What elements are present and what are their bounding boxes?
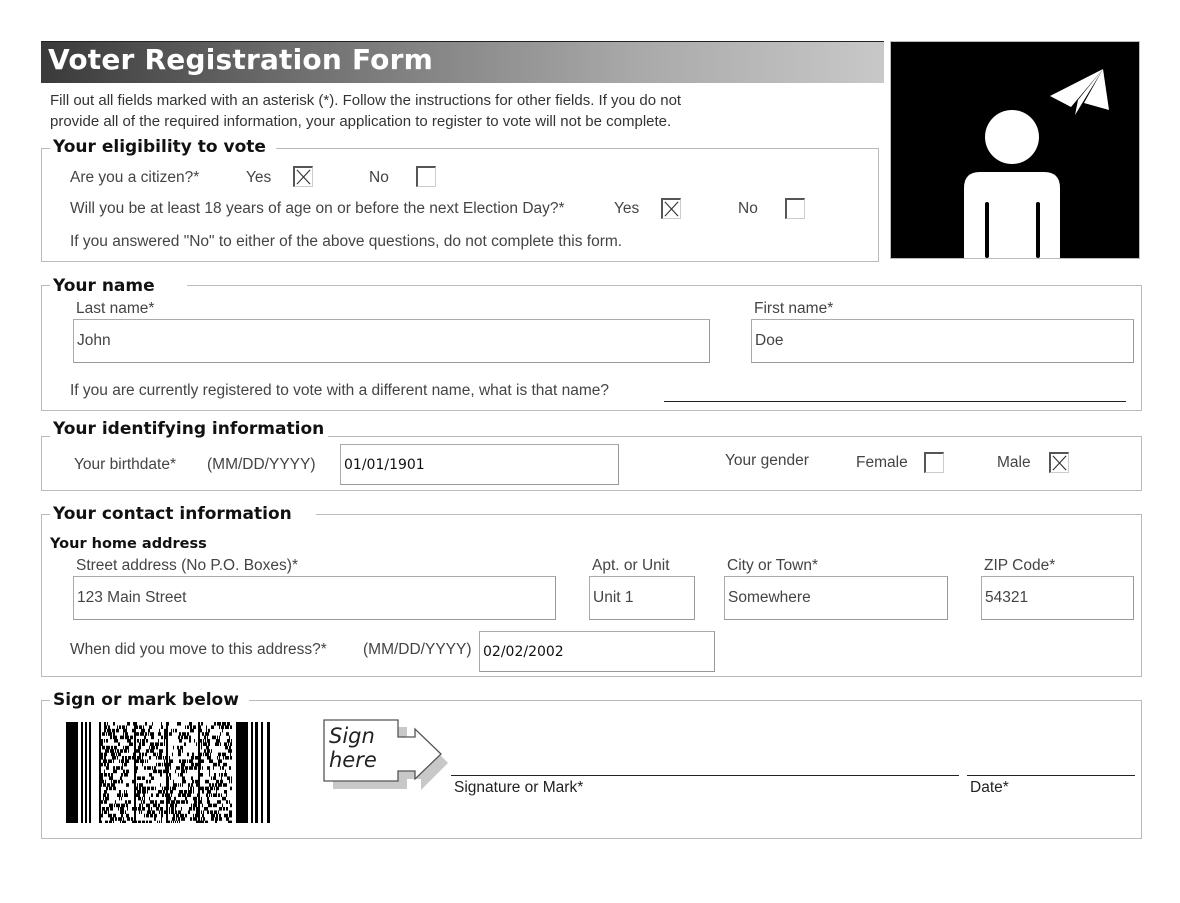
form-title: Voter Registration Form [48,43,433,76]
intro-line-1: Fill out all fields marked with an aster… [50,92,682,109]
street-label: Street address (No P.O. Boxes)* [76,557,298,574]
age-question: Will you be at least 18 years of age on … [70,200,565,217]
female-checkbox[interactable] [924,452,944,473]
previous-name-question: If you are currently registered to vote … [70,382,610,399]
age-no-label: No [738,200,758,217]
sign-here-line-1: Sign [329,724,375,748]
sign-here-line-2: here [329,748,377,772]
female-label: Female [856,454,908,471]
first-name-input[interactable]: Doe [751,319,1134,363]
citizen-no-label: No [369,169,389,186]
move-date-input[interactable]: 02/02/2002 [479,631,715,672]
gender-label: Your gender [725,452,809,469]
move-date-label: When did you move to this address?* [70,641,327,658]
citizen-yes-label: Yes [246,169,272,186]
male-label: Male [997,454,1031,471]
home-address-heading: Your home address [50,536,207,552]
male-checkbox[interactable] [1049,452,1069,473]
sign-here-callout: Sign here [321,717,451,793]
pdf417-barcode [66,722,270,823]
birthdate-format-hint: (MM/DD/YYYY) [207,456,316,473]
apt-input[interactable]: Unit 1 [589,576,695,620]
age-no-checkbox[interactable] [785,198,805,219]
age-yes-checkbox[interactable] [661,198,681,219]
zip-label: ZIP Code* [984,557,1056,574]
birthdate-label: Your birthdate* [74,456,176,473]
first-name-label: First name* [754,300,834,317]
contact-legend: Your contact information [50,504,316,524]
city-input[interactable]: Somewhere [724,576,948,620]
date-label: Date* [970,779,1009,796]
last-name-label: Last name* [76,300,155,317]
intro-text: Fill out all fields marked with an aster… [50,90,810,132]
x-mark-icon [664,201,679,217]
citizen-question: Are you a citizen?* [70,169,200,186]
name-legend: Your name [50,276,187,296]
street-input[interactable]: 123 Main Street [73,576,556,620]
date-line[interactable] [967,775,1135,776]
x-mark-icon [1052,455,1067,471]
last-name-input[interactable]: John [73,319,710,363]
signature-legend: Sign or mark below [50,690,249,710]
city-label: City or Town* [727,557,819,574]
x-mark-icon [296,169,311,185]
signature-line[interactable] [451,775,959,776]
person-with-paper-plane-icon [964,69,1109,258]
intro-line-2: provide all of the required information,… [50,113,672,130]
eligibility-note: If you answered "No" to either of the ab… [70,233,623,250]
apt-label: Apt. or Unit [592,557,670,574]
citizen-yes-checkbox[interactable] [293,166,313,187]
zip-input[interactable]: 54321 [981,576,1134,620]
citizen-no-checkbox[interactable] [416,166,436,187]
signature-label: Signature or Mark* [454,779,584,796]
birthdate-input[interactable]: 01/01/1901 [340,444,619,485]
voter-illustration [890,41,1140,259]
move-date-format-hint: (MM/DD/YYYY) [363,641,472,658]
identifying-legend: Your identifying information [50,419,329,439]
eligibility-legend: Your eligibility to vote [50,137,276,157]
previous-name-input-line[interactable] [664,401,1126,402]
age-yes-label: Yes [614,200,640,217]
